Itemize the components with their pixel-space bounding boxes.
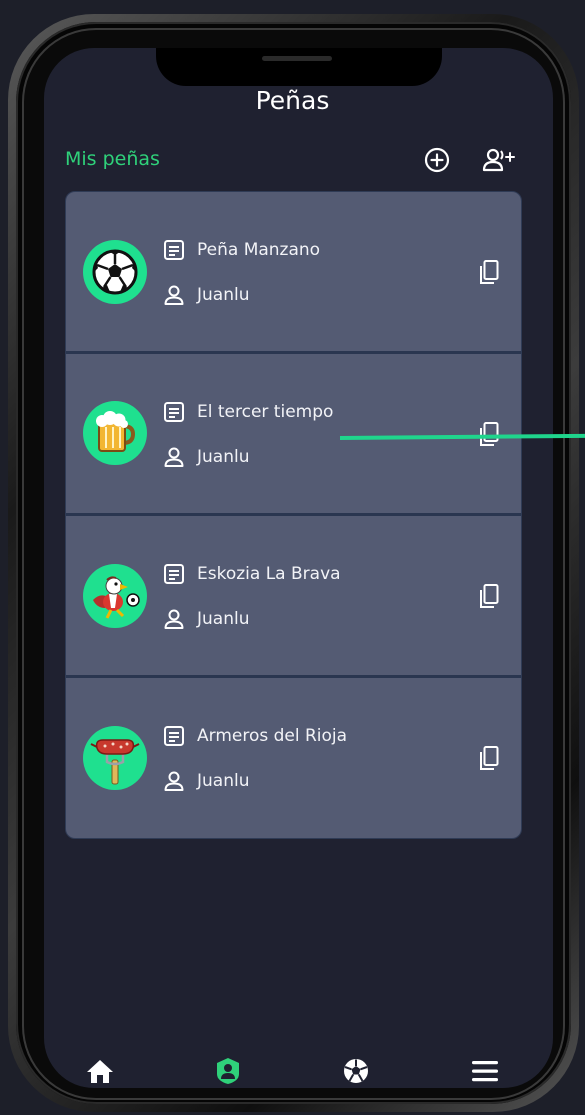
- eagle-mascot-icon: [93, 576, 140, 619]
- home-icon: [87, 1060, 113, 1083]
- tab-home[interactable]: [80, 1054, 120, 1088]
- tab-menu[interactable]: [465, 1054, 505, 1088]
- pena-owner: Juanlu: [197, 285, 250, 305]
- plus-circle-icon: [424, 147, 450, 173]
- tab-penas[interactable]: [208, 1054, 248, 1088]
- pena-list: Peña Manzano Juanlu El tercer tiempo Jua…: [65, 191, 522, 839]
- document-icon: [164, 240, 184, 260]
- menu-icon: [472, 1061, 498, 1082]
- pena-avatar: [83, 726, 147, 790]
- pena-avatar: [83, 401, 147, 465]
- page-title: Peñas: [255, 86, 330, 115]
- pena-avatar: [83, 564, 147, 628]
- pena-name: El tercer tiempo: [197, 402, 334, 422]
- add-user-icon: [482, 148, 515, 172]
- group-icon: [217, 1058, 239, 1084]
- document-icon: [164, 402, 184, 422]
- pena-name: Peña Manzano: [197, 240, 321, 260]
- document-icon: [164, 726, 184, 746]
- soccer-ball-icon: [344, 1059, 368, 1083]
- pena-card[interactable]: Eskozia La Brava Juanlu: [66, 516, 521, 675]
- pena-name: Armeros del Rioja: [197, 726, 348, 746]
- copy-icon[interactable]: [476, 259, 500, 285]
- copy-icon[interactable]: [476, 583, 500, 609]
- document-icon: [164, 564, 184, 584]
- pena-owner: Juanlu: [197, 609, 250, 629]
- user-icon: [164, 285, 184, 305]
- user-icon: [164, 609, 184, 629]
- copy-icon[interactable]: [476, 745, 500, 771]
- chorizo-fork-icon: [90, 739, 140, 785]
- join-pena-button[interactable]: [482, 144, 516, 176]
- pena-owner: Juanlu: [197, 771, 250, 791]
- pena-card[interactable]: Peña Manzano Juanlu: [66, 192, 521, 351]
- section-label: Mis peñas: [65, 148, 160, 170]
- pena-avatar: [83, 240, 147, 304]
- soccer-ball-icon: [92, 249, 138, 295]
- beer-mug-icon: [96, 411, 136, 452]
- user-icon: [164, 447, 184, 467]
- notch: [156, 48, 442, 86]
- tab-partidos[interactable]: [336, 1054, 376, 1088]
- pena-card[interactable]: El tercer tiempo Juanlu: [66, 354, 521, 513]
- pena-card[interactable]: Armeros del Rioja Juanlu: [66, 678, 521, 838]
- add-pena-button[interactable]: [420, 144, 454, 176]
- speaker: [262, 56, 332, 61]
- user-icon: [164, 771, 184, 791]
- pena-name: Eskozia La Brava: [197, 564, 341, 584]
- pena-owner: Juanlu: [197, 447, 250, 467]
